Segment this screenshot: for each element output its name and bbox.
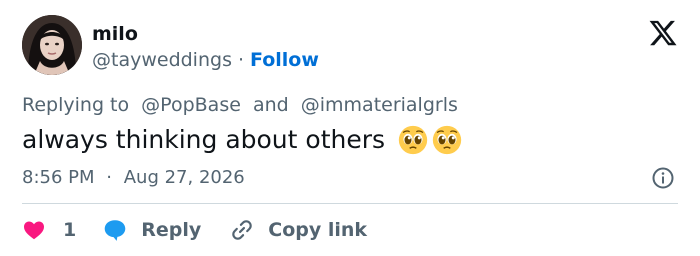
action-bar: 1 Reply Copy link xyxy=(22,215,367,245)
x-logo-icon[interactable] xyxy=(648,18,678,48)
tweet-body: always thinking about others xyxy=(22,125,386,154)
display-name[interactable]: milo xyxy=(92,22,138,46)
mention-popbase[interactable]: @PopBase xyxy=(141,94,241,116)
handle-separator: · xyxy=(237,49,245,71)
user-handle[interactable]: @tayweddings xyxy=(92,48,232,72)
pleading-face-emoji-icon xyxy=(398,125,428,155)
timestamp-link[interactable]: 8:56 PM · Aug 27, 2026 xyxy=(22,166,245,190)
avatar[interactable] xyxy=(22,15,82,75)
tweet-card: milo @tayweddings · Follow Replying to @… xyxy=(0,0,700,256)
tweet-text: always thinking about others xyxy=(22,123,462,157)
mention-joiner: and xyxy=(252,94,289,116)
tweet-date: Aug 27, 2026 xyxy=(123,167,245,188)
copy-link-label: Copy link xyxy=(268,219,368,241)
like-count: 1 xyxy=(63,219,77,241)
link-icon xyxy=(232,220,252,240)
replying-prefix: Replying to xyxy=(22,94,130,116)
like-button[interactable]: 1 xyxy=(22,218,76,242)
mention-immaterialgrls[interactable]: @immaterialgrls xyxy=(301,94,458,116)
info-icon[interactable] xyxy=(651,166,675,190)
tweet-time: 8:56 PM xyxy=(22,167,95,188)
avatar-image xyxy=(22,15,82,75)
speech-bubble-icon xyxy=(104,220,126,241)
handle-row: @tayweddings · Follow xyxy=(92,48,319,72)
reply-button[interactable]: Reply xyxy=(102,217,201,243)
copy-link-button[interactable]: Copy link xyxy=(229,217,367,243)
timestamp-separator: · xyxy=(106,167,112,188)
pleading-face-emoji-icon xyxy=(432,125,462,155)
divider xyxy=(22,203,678,204)
heart-icon xyxy=(24,221,44,240)
replying-to: Replying to @PopBase and @immaterialgrls xyxy=(22,93,458,117)
reply-label: Reply xyxy=(141,219,202,241)
follow-button[interactable]: Follow xyxy=(250,48,319,72)
